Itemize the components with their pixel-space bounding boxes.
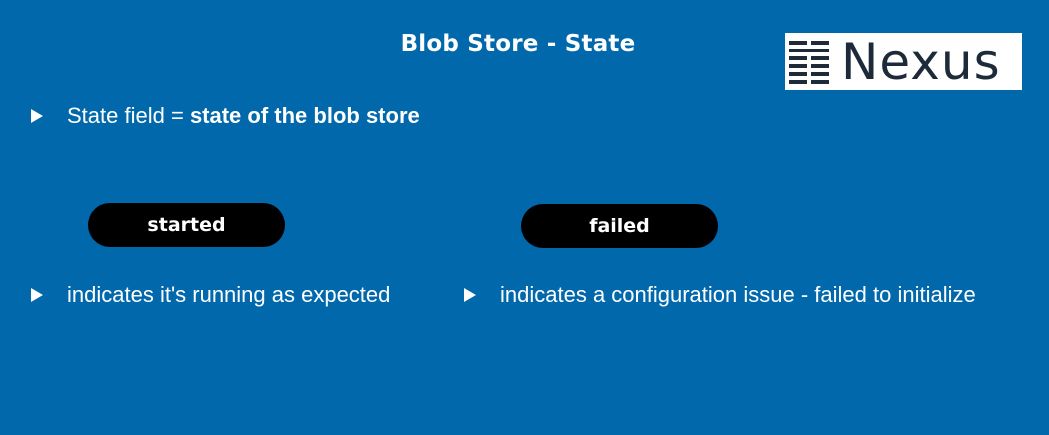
intro-bullet: State field = state of the blob store xyxy=(31,103,420,129)
state-started-pill: started xyxy=(88,203,285,247)
started-description: indicates it's running as expected xyxy=(67,282,391,307)
started-description-bullet: indicates it's running as expected xyxy=(31,282,390,308)
bullet-arrow-icon xyxy=(31,109,43,123)
intro-prefix: State field = xyxy=(67,103,184,128)
slide-title: Blob Store - State xyxy=(400,31,636,57)
nexus-logo: Nexus xyxy=(785,33,1022,90)
failed-description: indicates a configuration issue - failed… xyxy=(500,282,976,307)
bullet-arrow-icon xyxy=(464,288,476,302)
failed-description-bullet: indicates a configuration issue - failed… xyxy=(464,282,976,308)
nexus-logo-icon xyxy=(789,40,829,84)
state-failed-pill: failed xyxy=(521,204,718,248)
slide: Blob Store - State Nexus State field = s… xyxy=(0,0,1049,435)
logo-text: Nexus xyxy=(841,32,1001,91)
intro-emphasis: state of the blob store xyxy=(189,103,420,128)
bullet-arrow-icon xyxy=(31,288,43,302)
